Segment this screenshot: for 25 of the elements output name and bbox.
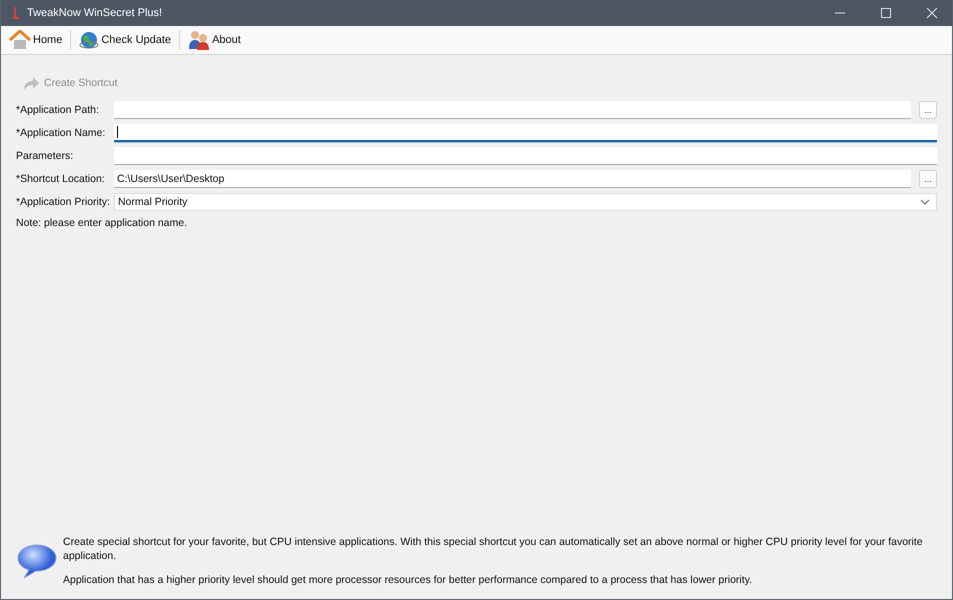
info-text: Create special shortcut for your favorite, but CPU intensive applications. With this special shortcut you can automatically set an above normal or higher CPU priority level for your favorite application. bbox=[63, 535, 924, 563]
toolbar-button[interactable]: Home bbox=[5, 28, 66, 52]
house-icon bbox=[9, 30, 31, 50]
input-field[interactable]: C:\Users\User\Desktop bbox=[114, 170, 911, 188]
speech-bubble-icon bbox=[16, 543, 58, 579]
field-label: *Application Priority: bbox=[16, 196, 110, 208]
field-label: *Application Name: bbox=[16, 127, 106, 139]
field-label: *Shortcut Location: bbox=[16, 173, 106, 185]
priority-dropdown[interactable]: Normal Priority bbox=[114, 193, 937, 211]
app-icon bbox=[11, 6, 21, 20]
close-icon[interactable] bbox=[926, 7, 938, 19]
maximize-icon[interactable] bbox=[880, 7, 892, 19]
field-label: Parameters: bbox=[16, 150, 74, 162]
toolbar-button[interactable]: Check Update bbox=[75, 28, 176, 52]
toolbar-button[interactable]: About bbox=[184, 28, 245, 52]
browse-button[interactable]: ... bbox=[919, 101, 937, 119]
note-text: Note: please enter application name. bbox=[16, 217, 188, 229]
arrow-icon bbox=[22, 75, 40, 91]
window-title: TweakNow WinSecret Plus! bbox=[27, 7, 162, 19]
info-text: Application that has a higher priority level should get more processor resources for better performance compared to a process that has lower priority. bbox=[63, 573, 754, 587]
browse-button[interactable]: ... bbox=[919, 170, 937, 188]
people-icon bbox=[188, 30, 210, 50]
globe-icon bbox=[79, 30, 100, 50]
chevron-icon bbox=[920, 199, 930, 205]
field-label: *Application Path: bbox=[16, 104, 100, 116]
